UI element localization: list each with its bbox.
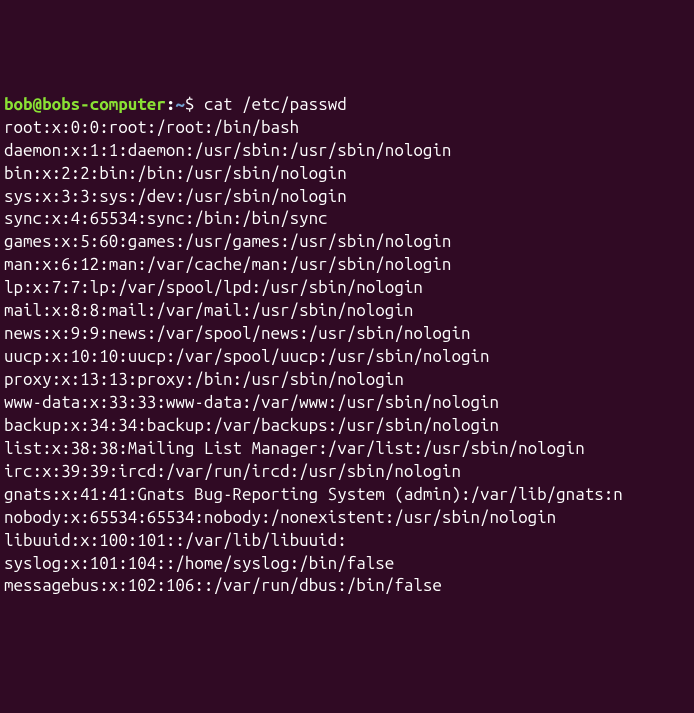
output-line: messagebus:x:102:106::/var/run/dbus:/bin… xyxy=(4,575,690,598)
output-line: root:x:0:0:root:/root:/bin/bash xyxy=(4,117,690,140)
output-line: games:x:5:60:games:/usr/games:/usr/sbin/… xyxy=(4,231,690,254)
output-line: nobody:x:65534:65534:nobody:/nonexistent… xyxy=(4,507,690,530)
output-line: list:x:38:38:Mailing List Manager:/var/l… xyxy=(4,438,690,461)
output-line: bin:x:2:2:bin:/bin:/usr/sbin/nologin xyxy=(4,163,690,186)
output-line: uucp:x:10:10:uucp:/var/spool/uucp:/usr/s… xyxy=(4,346,690,369)
output-line: backup:x:34:34:backup:/var/backups:/usr/… xyxy=(4,415,690,438)
output-line: www-data:x:33:33:www-data:/var/www:/usr/… xyxy=(4,392,690,415)
output-line: proxy:x:13:13:proxy:/bin:/usr/sbin/nolog… xyxy=(4,369,690,392)
command-text: cat /etc/passwd xyxy=(204,95,347,114)
output-line: man:x:6:12:man:/var/cache/man:/usr/sbin/… xyxy=(4,254,690,277)
prompt-path: ~ xyxy=(175,95,185,114)
prompt-user-host: bob@bobs-computer xyxy=(4,95,166,114)
output-line: mail:x:8:8:mail:/var/mail:/usr/sbin/nolo… xyxy=(4,300,690,323)
prompt-line: bob@bobs-computer:~$ cat /etc/passwd xyxy=(4,95,347,114)
output-line: sys:x:3:3:sys:/dev:/usr/sbin/nologin xyxy=(4,186,690,209)
output-line: news:x:9:9:news:/var/spool/news:/usr/sbi… xyxy=(4,323,690,346)
output-line: gnats:x:41:41:Gnats Bug-Reporting System… xyxy=(4,484,690,507)
output-line: syslog:x:101:104::/home/syslog:/bin/fals… xyxy=(4,553,690,576)
output-line: sync:x:4:65534:sync:/bin:/bin/sync xyxy=(4,208,690,231)
prompt-separator: : xyxy=(166,95,176,114)
prompt-symbol: $ xyxy=(185,95,204,114)
output-line: daemon:x:1:1:daemon:/usr/sbin:/usr/sbin/… xyxy=(4,140,690,163)
output-line: lp:x:7:7:lp:/var/spool/lpd:/usr/sbin/nol… xyxy=(4,277,690,300)
output-line: irc:x:39:39:ircd:/var/run/ircd:/usr/sbin… xyxy=(4,461,690,484)
output-line: libuuid:x:100:101::/var/lib/libuuid: xyxy=(4,530,690,553)
terminal-screen[interactable]: bob@bobs-computer:~$ cat /etc/passwd roo… xyxy=(4,94,690,599)
